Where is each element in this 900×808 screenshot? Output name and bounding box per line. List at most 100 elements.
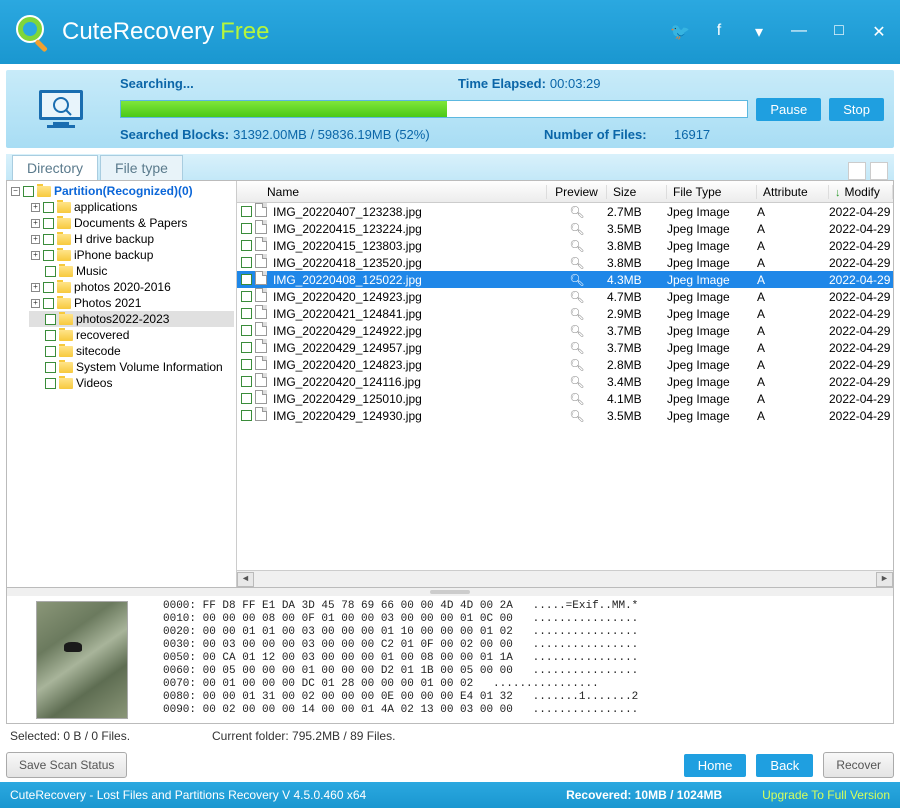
tree-item[interactable]: Videos: [29, 375, 234, 391]
tree-item[interactable]: +iPhone backup: [29, 247, 234, 263]
checkbox[interactable]: [241, 240, 252, 251]
col-modify[interactable]: ↓Modify: [829, 185, 893, 199]
tree-root[interactable]: − Partition(Recognized)(0): [9, 183, 234, 199]
magnifier-icon[interactable]: 🔍︎: [547, 324, 607, 338]
file-row[interactable]: IMG_20220429_124930.jpg🔍︎3.5MBJpeg Image…: [237, 407, 893, 424]
file-row[interactable]: IMG_20220429_125010.jpg🔍︎4.1MBJpeg Image…: [237, 390, 893, 407]
dropdown-icon[interactable]: ▾: [750, 22, 768, 42]
checkbox[interactable]: [241, 291, 252, 302]
magnifier-icon[interactable]: 🔍︎: [547, 358, 607, 372]
horizontal-scrollbar[interactable]: ◄ ►: [237, 570, 893, 587]
expander-icon[interactable]: +: [31, 219, 40, 228]
twitter-icon[interactable]: 🐦: [670, 22, 688, 42]
facebook-icon[interactable]: f: [710, 22, 728, 42]
checkbox[interactable]: [241, 342, 252, 353]
checkbox[interactable]: [241, 393, 252, 404]
tree-item[interactable]: +Documents & Papers: [29, 215, 234, 231]
file-row[interactable]: IMG_20220415_123224.jpg🔍︎3.5MBJpeg Image…: [237, 220, 893, 237]
scroll-right-icon[interactable]: ►: [876, 572, 893, 587]
maximize-icon[interactable]: □: [830, 22, 848, 42]
magnifier-icon[interactable]: 🔍︎: [547, 392, 607, 406]
expander-icon[interactable]: −: [11, 187, 20, 196]
back-button[interactable]: Back: [756, 754, 813, 777]
checkbox[interactable]: [45, 378, 56, 389]
expander-icon[interactable]: +: [31, 235, 40, 244]
file-row[interactable]: IMG_20220408_125022.jpg🔍︎4.3MBJpeg Image…: [237, 271, 893, 288]
close-icon[interactable]: ✕: [870, 22, 888, 42]
checkbox[interactable]: [241, 325, 252, 336]
expander-icon[interactable]: +: [31, 251, 40, 260]
file-row[interactable]: IMG_20220429_124922.jpg🔍︎3.7MBJpeg Image…: [237, 322, 893, 339]
checkbox[interactable]: [43, 234, 54, 245]
pause-button[interactable]: Pause: [756, 98, 821, 121]
magnifier-icon[interactable]: 🔍︎: [547, 256, 607, 270]
recover-button[interactable]: Recover: [823, 752, 894, 778]
checkbox[interactable]: [45, 314, 56, 325]
stop-button[interactable]: Stop: [829, 98, 884, 121]
upgrade-link[interactable]: Upgrade To Full Version: [762, 788, 890, 802]
col-filetype[interactable]: File Type: [667, 185, 757, 199]
magnifier-icon[interactable]: 🔍︎: [547, 409, 607, 423]
checkbox[interactable]: [241, 223, 252, 234]
col-attribute[interactable]: Attribute: [757, 185, 829, 199]
col-name[interactable]: Name: [237, 185, 547, 199]
magnifier-icon[interactable]: 🔍︎: [547, 290, 607, 304]
checkbox[interactable]: [241, 308, 252, 319]
file-row[interactable]: IMG_20220418_123520.jpg🔍︎3.8MBJpeg Image…: [237, 254, 893, 271]
checkbox[interactable]: [241, 376, 252, 387]
magnifier-icon[interactable]: 🔍︎: [547, 273, 607, 287]
checkbox[interactable]: [23, 186, 34, 197]
save-scan-button[interactable]: Save Scan Status: [6, 752, 127, 778]
checkbox[interactable]: [45, 362, 56, 373]
checkbox[interactable]: [241, 359, 252, 370]
magnifier-icon[interactable]: 🔍︎: [547, 341, 607, 355]
checkbox[interactable]: [43, 218, 54, 229]
home-button[interactable]: Home: [684, 754, 747, 777]
file-row[interactable]: IMG_20220429_124957.jpg🔍︎3.7MBJpeg Image…: [237, 339, 893, 356]
tree-item[interactable]: photos2022-2023: [29, 311, 234, 327]
tree-item[interactable]: sitecode: [29, 343, 234, 359]
minimize-icon[interactable]: —: [790, 22, 808, 42]
tree-item[interactable]: Music: [29, 263, 234, 279]
tab-directory[interactable]: Directory: [12, 155, 98, 180]
expander-icon[interactable]: +: [31, 283, 40, 292]
file-row[interactable]: IMG_20220420_124823.jpg🔍︎2.8MBJpeg Image…: [237, 356, 893, 373]
magnifier-icon[interactable]: 🔍︎: [547, 205, 607, 219]
checkbox[interactable]: [43, 298, 54, 309]
checkbox[interactable]: [241, 274, 252, 285]
magnifier-icon[interactable]: 🔍︎: [547, 375, 607, 389]
expander-icon[interactable]: +: [31, 299, 40, 308]
tree-item[interactable]: System Volume Information: [29, 359, 234, 375]
splitter-handle[interactable]: [6, 588, 894, 596]
file-row[interactable]: IMG_20220421_124841.jpg🔍︎2.9MBJpeg Image…: [237, 305, 893, 322]
tab-filetype[interactable]: File type: [100, 155, 183, 180]
magnifier-icon[interactable]: 🔍︎: [547, 307, 607, 321]
checkbox[interactable]: [45, 346, 56, 357]
magnifier-icon[interactable]: 🔍︎: [547, 222, 607, 236]
grid-view-icon[interactable]: [848, 162, 866, 180]
checkbox[interactable]: [45, 330, 56, 341]
expander-icon[interactable]: +: [31, 203, 40, 212]
checkbox[interactable]: [241, 206, 252, 217]
magnifier-icon[interactable]: 🔍︎: [547, 239, 607, 253]
checkbox[interactable]: [241, 410, 252, 421]
checkbox[interactable]: [43, 250, 54, 261]
col-preview[interactable]: Preview: [547, 185, 607, 199]
scroll-left-icon[interactable]: ◄: [237, 572, 254, 587]
col-size[interactable]: Size: [607, 185, 667, 199]
tree-item[interactable]: +Photos 2021: [29, 295, 234, 311]
tree-item[interactable]: recovered: [29, 327, 234, 343]
tree-item[interactable]: +applications: [29, 199, 234, 215]
file-row[interactable]: IMG_20220420_124116.jpg🔍︎3.4MBJpeg Image…: [237, 373, 893, 390]
list-view-icon[interactable]: [870, 162, 888, 180]
file-row[interactable]: IMG_20220420_124923.jpg🔍︎4.7MBJpeg Image…: [237, 288, 893, 305]
file-row[interactable]: IMG_20220415_123803.jpg🔍︎3.8MBJpeg Image…: [237, 237, 893, 254]
directory-tree[interactable]: − Partition(Recognized)(0) +applications…: [7, 181, 237, 587]
file-row[interactable]: IMG_20220407_123238.jpg🔍︎2.7MBJpeg Image…: [237, 203, 893, 220]
hex-view[interactable]: 0000: FF D8 FF E1 DA 3D 45 78 69 66 00 0…: [157, 596, 893, 723]
checkbox[interactable]: [241, 257, 252, 268]
tree-item[interactable]: +photos 2020-2016: [29, 279, 234, 295]
checkbox[interactable]: [45, 266, 56, 277]
tree-item[interactable]: +H drive backup: [29, 231, 234, 247]
checkbox[interactable]: [43, 282, 54, 293]
